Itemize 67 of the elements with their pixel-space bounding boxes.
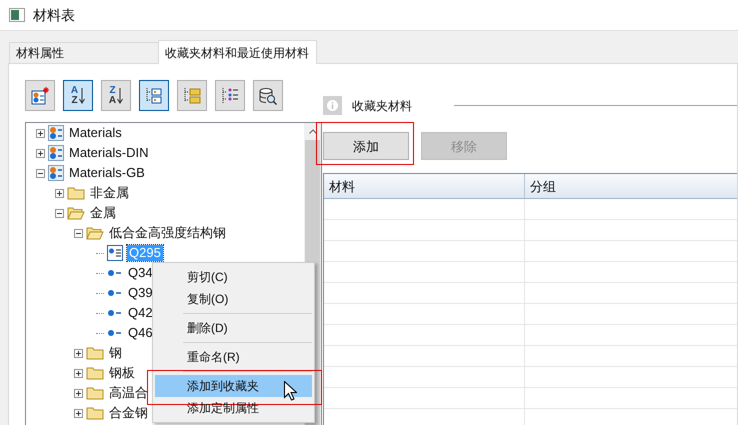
tab[interactable]: 收藏夹材料和最近使用材料 xyxy=(158,40,317,64)
collapse-toggle[interactable] xyxy=(36,168,45,178)
tree-item[interactable]: Q34 xyxy=(127,265,154,281)
tree-item[interactable]: Materials-GB xyxy=(68,165,146,181)
material-item-icon xyxy=(107,269,123,277)
expand-toggle[interactable] xyxy=(74,408,83,418)
tree-item[interactable]: 低合金高强度结构钢 xyxy=(108,225,227,241)
toolbar-button[interactable] xyxy=(253,80,283,111)
tree-item[interactable]: Q39 xyxy=(127,285,154,301)
tree-item[interactable]: 钢板 xyxy=(108,365,136,381)
expand-toggle[interactable] xyxy=(36,128,45,138)
column-header[interactable]: 分组 xyxy=(525,174,737,198)
window-icon xyxy=(9,8,25,22)
material-library-icon xyxy=(48,145,64,161)
folder-tree-icon xyxy=(183,86,201,104)
tree-item[interactable]: 钢 xyxy=(108,345,123,361)
tree-item[interactable]: 金属 xyxy=(89,205,117,221)
tree-item[interactable]: Materials xyxy=(68,125,123,141)
collapse-toggle[interactable] xyxy=(55,208,64,218)
folder-icon xyxy=(86,346,104,360)
material-item-icon xyxy=(107,289,123,297)
toolbar-button[interactable] xyxy=(25,80,55,111)
folder-icon xyxy=(86,406,104,420)
tree-item[interactable]: 合金钢 xyxy=(108,405,149,421)
menu-item[interactable]: 添加定制属性 xyxy=(155,397,312,419)
toolbar-button[interactable] xyxy=(139,80,169,111)
tree-item[interactable]: Q42 xyxy=(127,305,154,321)
material-library-icon xyxy=(48,165,64,181)
toolbar-button[interactable] xyxy=(215,80,245,111)
material-item-icon xyxy=(107,329,123,337)
menu-item[interactable]: 剪切(C) xyxy=(155,266,312,288)
tree-item[interactable]: 非金属 xyxy=(89,185,130,201)
database-search-icon xyxy=(259,86,277,104)
tree-item[interactable]: 高温合 xyxy=(108,385,149,401)
menu-item[interactable]: 添加到收藏夹 xyxy=(155,375,312,397)
tab[interactable]: 材料属性 xyxy=(9,42,158,63)
column-header[interactable]: 材料 xyxy=(324,174,525,198)
toolbar-button[interactable]: Z A xyxy=(101,80,131,111)
expand-toggle[interactable] xyxy=(74,388,83,398)
expand-toggle[interactable] xyxy=(74,368,83,378)
mouse-pointer-icon xyxy=(284,381,297,401)
menu-item[interactable]: 复制(O) xyxy=(155,288,312,310)
scroll-up-icon[interactable] xyxy=(308,129,316,134)
material-library-icon xyxy=(48,125,64,141)
open-folder-icon xyxy=(86,226,104,240)
tree-item[interactable]: Materials-DIN xyxy=(68,145,150,161)
expand-toggle[interactable] xyxy=(55,188,64,198)
material-item-icon xyxy=(107,309,123,317)
material-item-icon xyxy=(107,245,123,261)
tree-item[interactable]: Q46 xyxy=(127,325,154,341)
expand-toggle[interactable] xyxy=(74,348,83,358)
section-heading: 收藏夹材料 xyxy=(352,98,412,115)
collapse-toggle[interactable] xyxy=(74,228,83,238)
new-material-icon xyxy=(31,86,49,104)
folder-icon xyxy=(86,366,104,380)
menu-item[interactable]: 删除(D) xyxy=(155,317,312,339)
info-icon xyxy=(323,96,342,116)
action-button[interactable]: 添加 xyxy=(323,132,409,160)
folder-icon xyxy=(67,186,85,200)
menu-item[interactable]: 重命名(R) xyxy=(155,346,312,368)
toolbar-button[interactable]: A Z xyxy=(63,80,93,111)
folder-icon xyxy=(86,386,104,400)
expand-toggle[interactable] xyxy=(36,148,45,158)
open-folder-icon xyxy=(67,206,85,220)
window-title: 材料表 xyxy=(33,6,75,24)
tree-view-icon xyxy=(145,86,163,104)
list-tree-icon xyxy=(221,86,239,104)
